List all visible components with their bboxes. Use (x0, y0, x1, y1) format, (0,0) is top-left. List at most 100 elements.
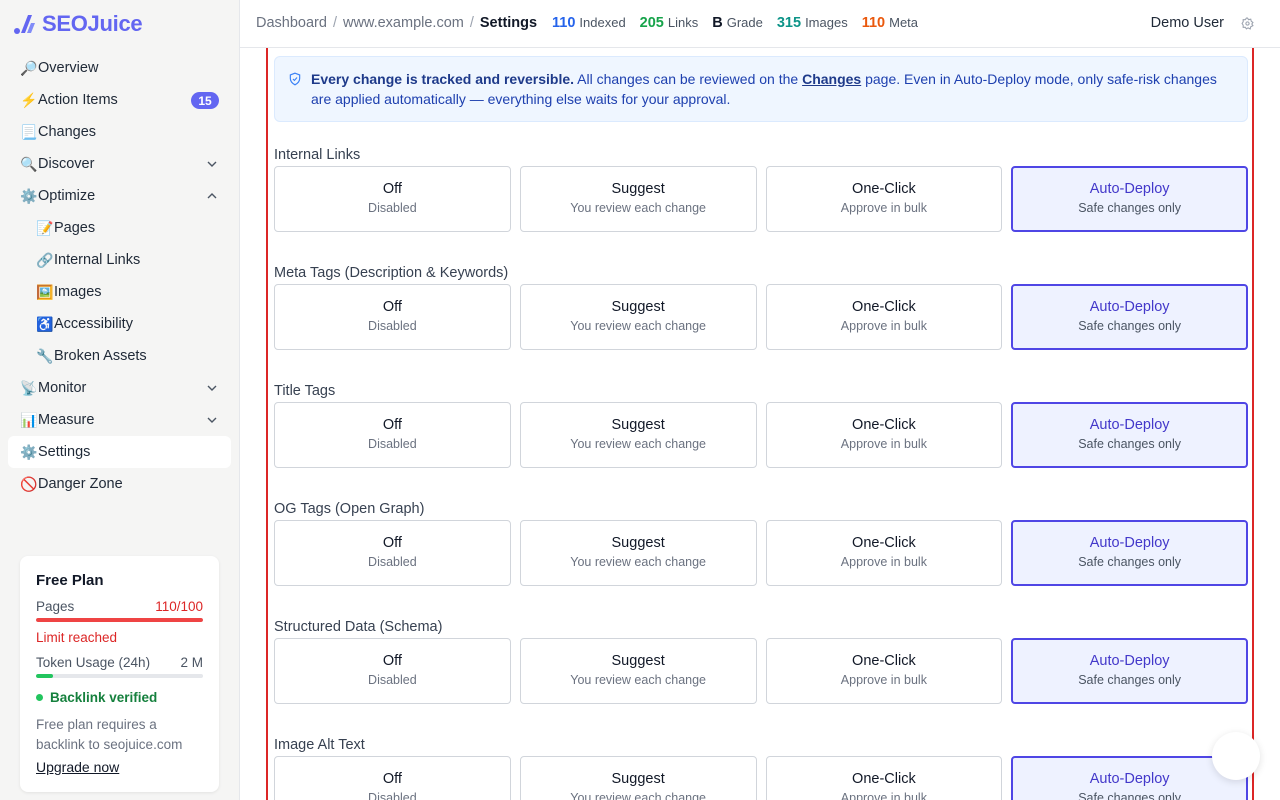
option-off[interactable]: Off Disabled (274, 402, 511, 468)
logo[interactable]: SEOJuice (12, 10, 143, 38)
option-auto-deploy[interactable]: Auto-Deploy Safe changes only (1011, 638, 1248, 704)
gear-icon[interactable] (1241, 17, 1254, 30)
option-off[interactable]: Off Disabled (274, 166, 511, 232)
stat-label: Meta (889, 15, 919, 30)
option-off[interactable]: Off Disabled (274, 756, 511, 800)
option-one-click[interactable]: One-Click Approve in bulk (765, 166, 1003, 232)
sidebar-item-pages[interactable]: 📝 Pages (8, 212, 231, 244)
chevron-down-icon[interactable] (207, 159, 217, 169)
accessibility-icon: ♿ (36, 315, 54, 332)
option-off[interactable]: Off Disabled (274, 520, 511, 586)
changes-link[interactable]: Changes (802, 71, 861, 87)
chevron-down-icon[interactable] (207, 415, 217, 425)
sidebar-item-danger-zone[interactable]: 🚫 Danger Zone (8, 468, 231, 500)
breadcrumb-current: Settings (479, 15, 538, 31)
option-title: One-Click (852, 299, 916, 315)
breadcrumb-dashboard[interactable]: Dashboard (256, 15, 327, 31)
option-suggest[interactable]: Suggest You review each change (519, 284, 757, 350)
option-subtitle: You review each change (570, 555, 706, 569)
sidebar-item-action-items[interactable]: ⚡ Action Items 15 (8, 84, 231, 116)
sidebar-item-label: Measure (38, 412, 95, 428)
option-subtitle: Safe changes only (1078, 201, 1182, 215)
chevron-down-icon[interactable] (207, 383, 217, 393)
stat-grade[interactable]: B Grade (712, 15, 763, 31)
sidebar-item-measure[interactable]: 📊 Measure (8, 404, 231, 436)
sidebar-item-overview[interactable]: 🔎 Overview (8, 52, 231, 84)
option-subtitle: Safe changes only (1078, 555, 1182, 569)
user-name[interactable]: Demo User (1151, 15, 1224, 31)
sidebar-item-broken-assets[interactable]: 🔧 Broken Assets (8, 340, 231, 372)
breadcrumb: Dashboard / www.example.com / Settings (256, 15, 537, 31)
token-value: 2 M (180, 655, 203, 670)
option-auto-deploy[interactable]: Auto-Deploy Safe changes only (1011, 402, 1248, 468)
option-subtitle: Disabled (368, 437, 417, 451)
mode-options: Off Disabled Suggest You review each change… (274, 520, 1248, 586)
option-one-click[interactable]: One-Click Approve in bulk (765, 638, 1003, 704)
stat-meta[interactable]: 110 Meta (862, 15, 918, 31)
option-one-click[interactable]: One-Click Approve in bulk (765, 756, 1003, 800)
stat-value: 110 (861, 15, 886, 31)
stat-images[interactable]: 315 Images (777, 15, 848, 31)
breadcrumb-site[interactable]: www.example.com (343, 15, 464, 31)
sidebar: SEOJuice 🔎 Overview ⚡ Action Items 15 📃 Change… (0, 0, 240, 800)
backlink-status-text: Backlink verified (50, 690, 158, 705)
sidebar-item-label: Pages (54, 220, 96, 236)
sidebar-item-monitor[interactable]: 📡 Monitor (8, 372, 231, 404)
option-suggest[interactable]: Suggest You review each change (519, 520, 757, 586)
option-subtitle: Approve in bulk (840, 437, 927, 451)
option-title: Auto-Deploy (1089, 299, 1170, 315)
option-suggest[interactable]: Suggest You review each change (519, 756, 757, 800)
chevron-up-icon[interactable] (207, 191, 217, 201)
sidebar-item-images[interactable]: 🖼️ Images (8, 276, 231, 308)
option-auto-deploy[interactable]: Auto-Deploy Safe changes only (1011, 166, 1248, 232)
option-one-click[interactable]: One-Click Approve in bulk (765, 402, 1003, 468)
upgrade-link[interactable]: Upgrade now (36, 759, 119, 775)
option-title: Auto-Deploy (1089, 417, 1170, 433)
notice-bold: Every change is tracked and reversible. (311, 71, 575, 87)
pages-icon: 📝 (36, 219, 54, 236)
option-subtitle: Disabled (368, 201, 417, 215)
option-subtitle: You review each change (570, 319, 706, 333)
option-subtitle: Safe changes only (1078, 437, 1182, 451)
measure-icon: 📊 (20, 411, 38, 428)
option-suggest[interactable]: Suggest You review each change (519, 402, 757, 468)
option-subtitle: Approve in bulk (840, 673, 927, 687)
option-auto-deploy[interactable]: Auto-Deploy Safe changes only (1011, 284, 1248, 350)
sidebar-item-settings[interactable]: ⚙️ Settings (8, 436, 231, 468)
sidebar-item-accessibility[interactable]: ♿ Accessibility (8, 308, 231, 340)
stat-label: Grade (726, 15, 763, 30)
sidebar-item-label: Internal Links (54, 252, 141, 268)
pages-progress-bar (36, 618, 203, 622)
option-title: Suggest (611, 299, 665, 315)
option-subtitle: Disabled (368, 319, 417, 333)
logo-icon (14, 15, 35, 34)
sidebar-item-optimize[interactable]: ⚙️ Optimize (8, 180, 231, 212)
option-subtitle: Approve in bulk (840, 319, 927, 333)
limit-reached-text: Limit reached (36, 630, 118, 645)
option-one-click[interactable]: One-Click Approve in bulk (765, 520, 1003, 586)
sidebar-item-internal-links[interactable]: 🔗 Internal Links (8, 244, 231, 276)
stat-indexed[interactable]: 110 Indexed (552, 15, 626, 31)
option-suggest[interactable]: Suggest You review each change (519, 166, 757, 232)
stat-links[interactable]: 205 Links (640, 15, 699, 31)
sidebar-item-label: Images (54, 284, 102, 300)
option-one-click[interactable]: One-Click Approve in bulk (765, 284, 1003, 350)
option-suggest[interactable]: Suggest You review each change (519, 638, 757, 704)
option-off[interactable]: Off Disabled (274, 638, 511, 704)
sidebar-nav: 🔎 Overview ⚡ Action Items 15 📃 Changes 🔍 Discove… (8, 52, 231, 500)
option-subtitle: Disabled (368, 555, 417, 569)
breadcrumb-separator: / (332, 15, 337, 31)
info-notice: Every change is tracked and reversible. … (274, 56, 1248, 122)
sidebar-item-changes[interactable]: 📃 Changes (8, 116, 231, 148)
sidebar-item-discover[interactable]: 🔍 Discover (8, 148, 231, 180)
sidebar-item-label: Broken Assets (54, 348, 147, 364)
broken-assets-icon: 🔧 (36, 347, 54, 364)
setting-title: Meta Tags (Description & Keywords) (274, 265, 509, 281)
chat-widget-button[interactable] (1212, 732, 1260, 780)
option-off[interactable]: Off Disabled (274, 284, 511, 350)
danger-zone-icon: 🚫 (20, 475, 38, 492)
stat-value: B (712, 15, 723, 31)
option-auto-deploy[interactable]: Auto-Deploy Safe changes only (1011, 520, 1248, 586)
shield-check-icon (289, 72, 301, 86)
plan-note: Free plan requires a backlink to seojuic… (36, 717, 183, 752)
